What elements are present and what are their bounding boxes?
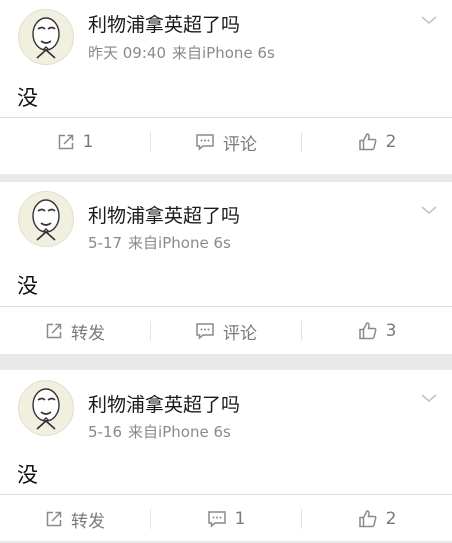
post-card[interactable]: 利物浦拿英超了吗 昨天 09:40 来自iPhone 6s 没 1 评论 2: [0, 0, 452, 174]
like-button[interactable]: 2: [302, 118, 452, 166]
comment-icon: [196, 134, 214, 151]
like-count: 2: [385, 132, 397, 152]
comment-count: 1: [234, 509, 246, 529]
share-label: 转发: [71, 323, 105, 344]
chevron-down-icon[interactable]: [420, 204, 438, 216]
thumbs-up-icon: [358, 133, 377, 151]
post-card[interactable]: 利物浦拿英超了吗 5-16 来自iPhone 6s 没 转发 1 2: [0, 370, 452, 541]
share-button[interactable]: 转发: [0, 307, 150, 355]
post-source: 来自iPhone 6s: [128, 234, 231, 252]
post-text: 没: [17, 274, 38, 298]
thumbs-up-icon: [358, 322, 377, 340]
post-time: 5-17: [88, 234, 123, 252]
post-meta: 5-16 来自iPhone 6s: [88, 421, 231, 442]
post-time: 昨天 09:40: [88, 44, 166, 62]
post-card[interactable]: 利物浦拿英超了吗 5-17 来自iPhone 6s 没 转发 评论 3: [0, 182, 452, 354]
chevron-down-icon[interactable]: [420, 14, 438, 26]
like-count: 2: [385, 509, 397, 529]
share-icon: [58, 134, 73, 150]
action-bar: 1 评论 2: [0, 118, 452, 166]
author-name[interactable]: 利物浦拿英超了吗: [88, 201, 240, 228]
post-source: 来自iPhone 6s: [172, 44, 275, 62]
like-count: 3: [385, 321, 397, 341]
comment-icon: [196, 323, 214, 340]
share-icon: [46, 323, 62, 339]
action-bar: 转发 1 2: [0, 495, 452, 543]
comment-button[interactable]: 1: [151, 495, 301, 543]
author-name[interactable]: 利物浦拿英超了吗: [88, 10, 240, 37]
share-button[interactable]: 转发: [0, 495, 150, 543]
comment-button[interactable]: 评论: [151, 307, 301, 355]
share-icon: [46, 511, 62, 527]
author-avatar[interactable]: [18, 191, 74, 247]
author-name[interactable]: 利物浦拿英超了吗: [88, 390, 240, 417]
comment-label: 评论: [223, 134, 257, 155]
post-text: 没: [17, 86, 38, 110]
meme-face-icon: [32, 388, 60, 430]
like-button[interactable]: 3: [302, 307, 452, 355]
chevron-down-icon[interactable]: [420, 392, 438, 404]
post-time: 5-16: [88, 423, 123, 441]
share-label: 转发: [71, 511, 105, 532]
post-meta: 昨天 09:40 来自iPhone 6s: [88, 42, 275, 63]
meme-face-icon: [32, 17, 60, 59]
like-button[interactable]: 2: [302, 495, 452, 543]
share-count: 1: [82, 132, 94, 152]
author-avatar[interactable]: [18, 9, 74, 65]
comment-icon: [207, 511, 226, 528]
meme-face-icon: [32, 199, 60, 241]
post-text: 没: [17, 463, 38, 487]
comment-button[interactable]: 评论: [151, 118, 301, 166]
post-source: 来自iPhone 6s: [128, 423, 231, 441]
thumbs-up-icon: [358, 510, 377, 528]
post-meta: 5-17 来自iPhone 6s: [88, 232, 231, 253]
action-bar: 转发 评论 3: [0, 307, 452, 355]
share-button[interactable]: 1: [0, 118, 150, 166]
author-avatar[interactable]: [18, 380, 74, 436]
comment-label: 评论: [223, 323, 257, 344]
